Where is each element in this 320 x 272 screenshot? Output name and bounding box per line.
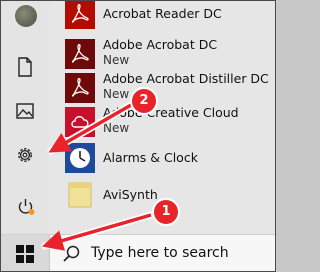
callout-badge-1: 1 — [152, 198, 180, 226]
app-status-new: New — [103, 53, 130, 67]
app-status-new: New — [103, 87, 130, 101]
list-item[interactable]: Alarms & Clock — [55, 137, 275, 179]
search-box[interactable]: Type here to search — [49, 235, 275, 271]
documents-button[interactable] — [1, 45, 49, 89]
acrobat-distiller-icon — [65, 73, 95, 103]
power-icon — [18, 199, 35, 215]
taskbar: Type here to search — [1, 234, 275, 271]
acrobat-reader-icon — [65, 1, 95, 29]
user-account-button[interactable] — [1, 1, 49, 45]
app-status-new: New — [103, 121, 130, 135]
search-icon — [63, 245, 80, 262]
adobe-acrobat-icon — [65, 39, 95, 69]
app-name: AviSynth — [103, 187, 158, 202]
documents-icon — [18, 57, 32, 77]
app-name: Acrobat Reader DC — [103, 6, 222, 21]
pictures-button[interactable] — [1, 89, 49, 133]
power-button[interactable] — [1, 185, 49, 229]
app-name: Adobe Acrobat DC — [103, 37, 218, 52]
settings-gear-icon — [18, 148, 32, 162]
pictures-icon — [16, 103, 34, 119]
search-placeholder: Type here to search — [91, 245, 229, 261]
app-name: Adobe Creative Cloud — [103, 105, 239, 120]
start-menu-rail — [1, 1, 49, 234]
clock-icon — [65, 143, 95, 173]
settings-button[interactable] — [1, 133, 49, 177]
folder-icon — [68, 182, 92, 208]
callout-badge-2: 2 — [130, 87, 158, 115]
app-name: Adobe Acrobat Distiller DC — [103, 71, 269, 86]
windows-logo-icon — [16, 245, 34, 263]
list-item[interactable]: Acrobat Reader DC — [55, 1, 275, 35]
creative-cloud-icon — [65, 107, 95, 137]
app-name: Alarms & Clock — [103, 150, 198, 165]
start-menu-window: Acrobat Reader DC Adobe Acrobat DC New A… — [0, 0, 276, 272]
start-button[interactable] — [1, 235, 49, 271]
user-avatar — [15, 5, 37, 27]
